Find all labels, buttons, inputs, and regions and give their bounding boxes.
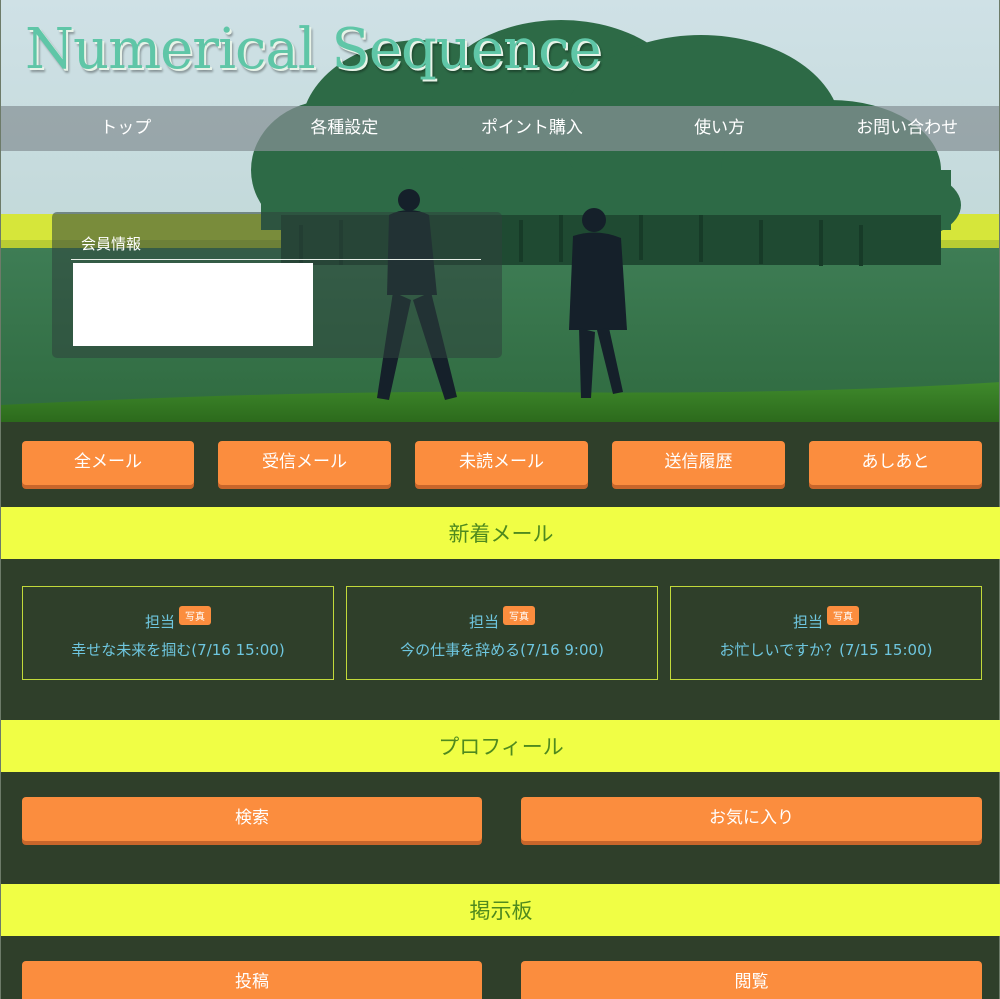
mail-subject[interactable]: お忙しいですか？(7/15 15:00)	[671, 639, 981, 660]
member-info-content	[73, 263, 313, 346]
post-button[interactable]: 投稿	[22, 961, 482, 999]
favorites-button[interactable]: お気に入り	[521, 797, 982, 841]
new-mail-heading: 新着メール	[1, 507, 1000, 559]
mail-card[interactable]: 担当 写真 幸せな未来を掴む(7/16 15:00)	[22, 586, 334, 680]
mail-sender: 担当	[468, 613, 499, 631]
mail-card[interactable]: 担当 写真 今の仕事を辞める(7/16 9:00)	[346, 586, 658, 680]
site-title[interactable]: Numerical Sequence	[25, 14, 602, 86]
nav-item-usage[interactable]: 使い方	[626, 106, 814, 151]
main-content: 全メール 受信メール 未読メール 送信履歴 あしあと 新着メール 担当 写真 幸せ…	[0, 422, 1000, 999]
hero-banner: Numerical Sequence トップ 各種設定 ポイント購入 使い方 お…	[0, 0, 1000, 422]
search-button[interactable]: 検索	[22, 797, 482, 841]
sent-history-button[interactable]: 送信履歴	[612, 441, 785, 485]
mail-sender: 担当	[792, 613, 823, 631]
received-mail-button[interactable]: 受信メール	[218, 441, 391, 485]
member-info-panel: 会員情報	[52, 212, 502, 358]
board-heading: 掲示板	[1, 884, 1000, 936]
mail-card[interactable]: 担当 写真 お忙しいですか？(7/15 15:00)	[670, 586, 982, 680]
photo-badge: 写真	[179, 606, 211, 625]
all-mail-button[interactable]: 全メール	[22, 441, 194, 485]
nav-item-top[interactable]: トップ	[1, 106, 251, 151]
unread-mail-button[interactable]: 未読メール	[415, 441, 588, 485]
nav-item-settings[interactable]: 各種設定	[251, 106, 439, 151]
nav-item-contact[interactable]: お問い合わせ	[813, 106, 999, 151]
mail-subject[interactable]: 今の仕事を辞める(7/16 9:00)	[347, 639, 657, 660]
photo-badge: 写真	[503, 606, 535, 625]
mail-sender: 担当	[144, 613, 175, 631]
browse-button[interactable]: 閲覧	[521, 961, 982, 999]
member-info-divider	[71, 259, 481, 260]
footprints-button[interactable]: あしあと	[809, 441, 982, 485]
mail-subject[interactable]: 幸せな未来を掴む(7/16 15:00)	[23, 639, 333, 660]
photo-badge: 写真	[827, 606, 859, 625]
main-nav: トップ 各種設定 ポイント購入 使い方 お問い合わせ	[1, 106, 999, 151]
member-info-title: 会員情報	[81, 235, 142, 253]
nav-item-buy-points[interactable]: ポイント購入	[438, 106, 626, 151]
profile-heading: プロフィール	[1, 720, 1000, 772]
